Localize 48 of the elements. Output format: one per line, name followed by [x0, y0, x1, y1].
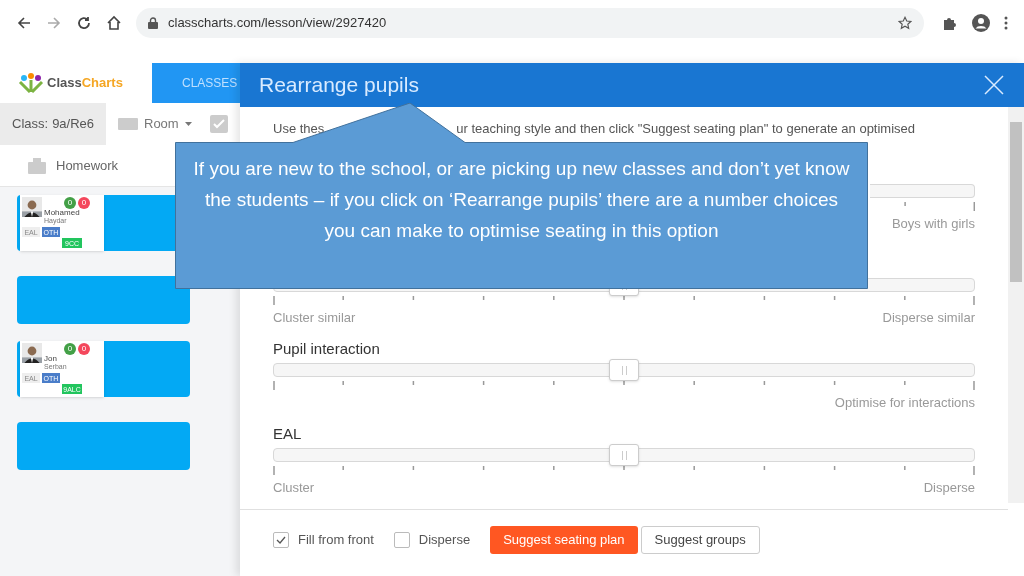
check-icon — [276, 536, 286, 544]
caret-icon — [184, 122, 192, 126]
home-icon[interactable] — [106, 14, 122, 31]
logo-icon — [18, 73, 44, 93]
logo-text: Charts — [81, 75, 123, 91]
logo[interactable]: ClassCharts — [0, 63, 152, 103]
positive-count: 0 — [64, 343, 76, 355]
address-bar[interactable]: classcharts.com/lesson/view/2927420 — [136, 7, 924, 38]
slider-min-label: Cluster — [273, 480, 315, 496]
slider-title: EAL — [273, 425, 303, 443]
lock-icon — [148, 16, 158, 29]
close-icon[interactable] — [984, 75, 1004, 95]
slider-thumb[interactable] — [609, 359, 639, 381]
class-selector[interactable]: Class: 9a/Re6 — [0, 103, 106, 145]
intro-text: Use thes — [273, 121, 325, 137]
slider-max-label: Disperse — [923, 480, 975, 496]
positive-count: 0 — [64, 197, 76, 209]
slider-max-label: Disperse similar — [882, 310, 975, 326]
star-icon[interactable] — [898, 15, 912, 30]
slider-max-label: Boys with girls — [891, 216, 975, 232]
student-first-name: Mohamed — [44, 209, 81, 217]
logo-text: Class — [47, 75, 82, 91]
menu-icon[interactable] — [1004, 15, 1008, 30]
forward-icon[interactable] — [46, 14, 62, 31]
suggest-groups-button[interactable]: Suggest groups — [640, 526, 760, 554]
reload-icon[interactable] — [76, 14, 92, 31]
option-checkbox[interactable]: Disperse — [393, 530, 471, 550]
scrollbar[interactable] — [1008, 107, 1024, 503]
slider-track[interactable] — [869, 184, 975, 198]
room-icon — [118, 118, 138, 130]
option-checkbox[interactable]: Fill from front — [273, 530, 374, 550]
back-icon[interactable] — [16, 14, 32, 31]
slider-min-label: Cluster similar — [273, 310, 356, 326]
homework-icon — [28, 157, 46, 174]
slider-max-label: Optimise for interactions — [834, 395, 975, 411]
callout-text: If you are new to the school, or are picking up new classes and don’t yet know the students – if you click on ‘Rearrange pupils’ there are a number choices you can make to optimise seating in this option — [192, 157, 851, 243]
modal-title: Rearrange pupils — [259, 72, 419, 99]
account-icon[interactable] — [972, 13, 990, 32]
homework-link[interactable]: Homework — [56, 155, 119, 176]
slider-thumb[interactable] — [609, 444, 639, 466]
checkbox-icon[interactable] — [209, 115, 228, 133]
url-text: classcharts.com/lesson/view/2927420 — [168, 13, 388, 32]
negative-count: 0 — [78, 197, 90, 209]
room-dropdown[interactable]: Room — [106, 114, 192, 134]
student-first-name: Jon — [44, 355, 58, 363]
intro-text: ur teaching style and then click "Suggest seating plan" to generate an optimised — [456, 121, 916, 137]
slider-title: Pupil interaction — [273, 340, 381, 358]
negative-count: 0 — [78, 343, 90, 355]
